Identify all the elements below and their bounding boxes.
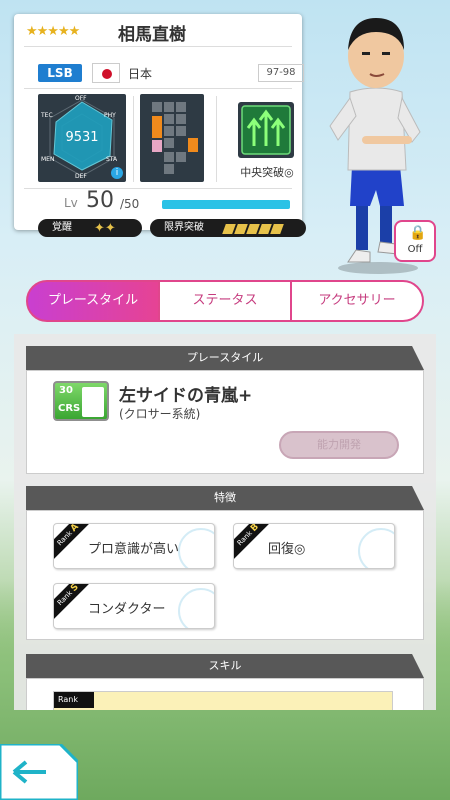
lock-toggle-label: Off: [407, 244, 423, 255]
country-label: 日本: [128, 67, 153, 81]
position-badge: LSB: [38, 64, 82, 82]
playstyle-section: 30 CRS 左サイドの青嵐+ (クロサー系統) 能力開発: [26, 370, 424, 474]
level-progress-bar: [162, 200, 290, 209]
playstyle-icon-code: CRS: [58, 403, 81, 414]
japan-flag-icon: [92, 63, 120, 83]
trait-card[interactable]: Rank B 回復◎: [233, 523, 395, 569]
stat-radar[interactable]: OFF PHY STA DEF MEN TEC 9531 i: [38, 94, 126, 182]
radar-label-phy: PHY: [104, 112, 116, 119]
back-button[interactable]: [0, 744, 78, 800]
divider: [24, 188, 292, 189]
radar-label-men: MEN: [41, 156, 55, 163]
tab-playstyle[interactable]: プレースタイル: [26, 280, 160, 322]
divider: [133, 96, 134, 182]
playstyle-name: 左サイドの青嵐+: [119, 386, 253, 406]
level-value: 50: [86, 188, 114, 213]
limit-break-label: 限界突破: [164, 222, 204, 233]
radar-label-def: DEF: [75, 173, 87, 180]
skill-card[interactable]: Rank: [53, 691, 393, 710]
lock-toggle-button[interactable]: 🔒 Off: [394, 220, 436, 262]
trait-card[interactable]: Rank S コンダクター: [53, 583, 215, 629]
limit-break-bars: [222, 223, 284, 241]
develop-button[interactable]: 能力開発: [279, 431, 399, 459]
tactic-label: 中央突破◎: [240, 166, 294, 179]
ball-icon: [178, 588, 214, 628]
traits-header: 特徴: [26, 486, 424, 510]
kick-icon: [82, 387, 104, 417]
overall-total: 9531: [65, 130, 99, 145]
playstyle-icon-value: 30: [59, 385, 73, 396]
playstyle-icon: 30 CRS: [53, 381, 109, 421]
radar-label-sta: STA: [106, 156, 118, 163]
playstyle-type: (クロサー系統): [119, 407, 201, 421]
rarity-stars: ★★★★★: [26, 24, 80, 39]
ball-icon: [358, 528, 394, 568]
playstyle-header: プレースタイル: [26, 346, 424, 370]
skills-header: スキル: [26, 654, 424, 678]
player-card: ★★★★★ 相馬直樹 LSB 日本 97-98 OFF PHY STA DEF …: [14, 14, 306, 237]
divider: [216, 96, 217, 182]
rank-badge: Rank: [54, 692, 94, 708]
trait-card[interactable]: Rank A プロ意識が高い: [53, 523, 215, 569]
info-icon[interactable]: i: [111, 167, 123, 179]
level-prefix: Lv: [64, 196, 78, 210]
player-name: 相馬直樹: [118, 25, 186, 45]
current-position-marker: [152, 140, 162, 152]
tab-status[interactable]: ステータス: [158, 280, 292, 322]
limit-break-badge: 限界突破: [150, 219, 306, 237]
season-badge: 97-98: [258, 64, 304, 82]
ball-icon: [178, 528, 214, 568]
trait-name: プロ意識が高い: [88, 542, 180, 557]
divider: [24, 88, 292, 89]
tab-accessory[interactable]: アクセサリー: [290, 280, 424, 322]
awakening-label: 覚醒: [52, 222, 72, 233]
awakening-badge: 覚醒 ✦✦: [38, 219, 142, 237]
detail-panel[interactable]: プレースタイル 30 CRS 左サイドの青嵐+ (クロサー系統) 能力開発 特徴…: [14, 334, 436, 710]
radar-label-tec: TEC: [41, 112, 53, 119]
position-map: [140, 94, 204, 182]
radar-label-off: OFF: [75, 95, 87, 102]
lock-icon: 🔒: [409, 225, 427, 241]
traits-section: Rank A プロ意識が高い Rank B 回復◎ Rank S コンダクター: [26, 510, 424, 640]
trait-name: 回復◎: [268, 542, 306, 557]
divider: [24, 46, 292, 47]
awakening-diamond-icon: ✦✦: [94, 221, 116, 236]
skills-section: Rank: [26, 678, 424, 710]
trait-name: コンダクター: [88, 602, 166, 617]
limit-break-segment: [270, 224, 284, 234]
tactic-icon: [238, 102, 294, 158]
detail-tabs: プレースタイル ステータス アクセサリー: [26, 280, 424, 322]
level-max: /50: [120, 197, 140, 211]
